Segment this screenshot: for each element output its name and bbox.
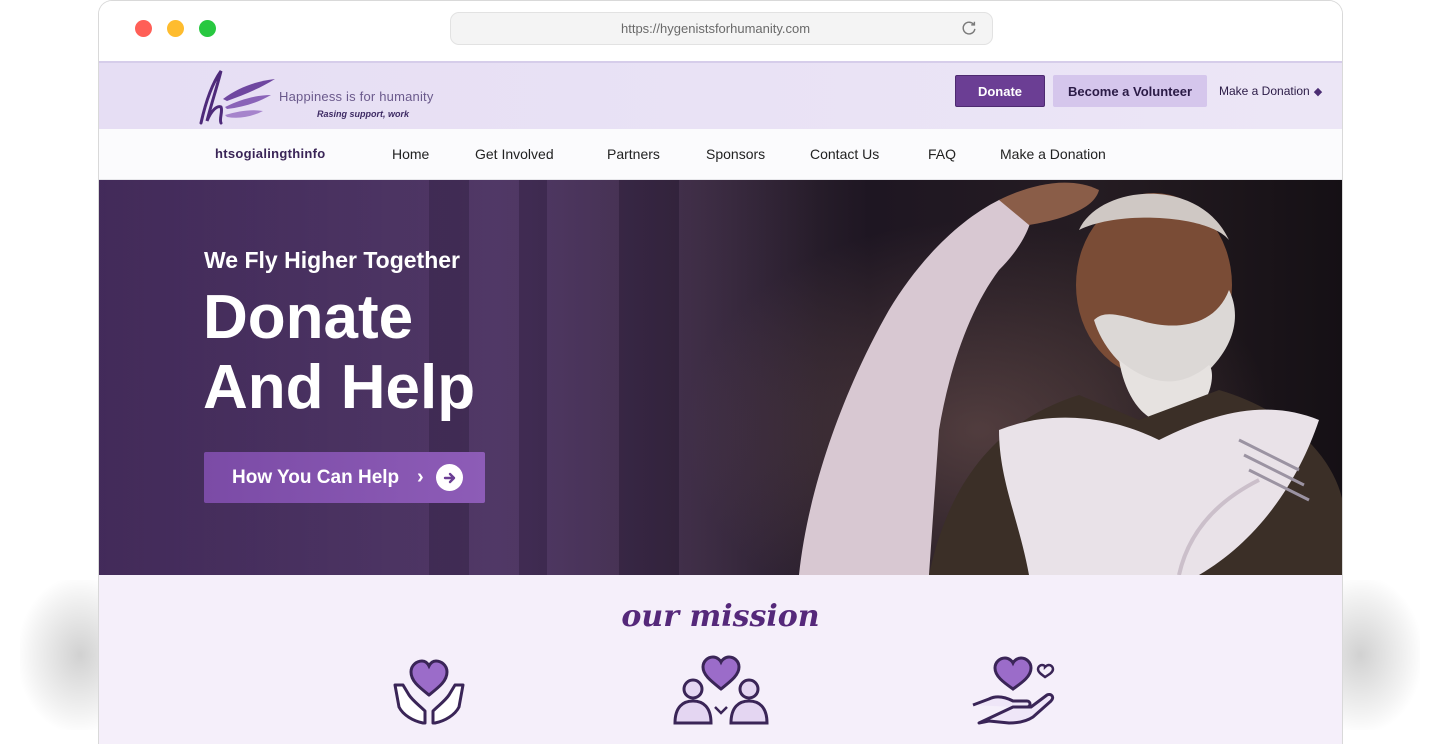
hands-heart-icon <box>393 659 465 725</box>
donate-button[interactable]: Donate <box>955 75 1045 107</box>
elderly-man-photo <box>799 182 1342 575</box>
tag-icon: ◆ <box>1313 85 1323 98</box>
hero-title-line1: Donate <box>203 283 414 352</box>
hero-subtitle: We Fly Higher Together <box>204 247 461 273</box>
site-header: Happiness is for humanity Rasing support… <box>99 61 1342 129</box>
hand-giving-heart-icon <box>972 656 1055 725</box>
site-subtagline: Rasing support, work <box>317 109 410 119</box>
nav-item-make-donation[interactable]: Make a Donation <box>1000 146 1106 162</box>
main-navigation: htsogialingthinfo Home Get Involved Part… <box>99 129 1342 180</box>
minimize-window-button[interactable] <box>167 20 184 37</box>
community-heart-icon <box>673 655 769 725</box>
make-donation-link[interactable]: Make a Donation ◆ <box>1219 84 1322 98</box>
mission-section: our mission <box>99 575 1342 744</box>
nav-brand[interactable]: htsogialingthinfo <box>215 146 326 161</box>
logo[interactable] <box>187 65 279 127</box>
become-volunteer-button[interactable]: Become a Volunteer <box>1053 75 1207 107</box>
nav-item-faq[interactable]: FAQ <box>928 146 956 162</box>
mission-title: our mission <box>621 599 820 634</box>
hero-title-line2: And Help <box>203 353 476 422</box>
address-bar[interactable]: https://hygenistsforhumanity.com <box>450 12 993 45</box>
how-you-can-help-label: How You Can Help <box>232 466 400 488</box>
url-text: https://hygenistsforhumanity.com <box>621 21 811 36</box>
chevron-right-icon: › <box>417 466 424 488</box>
browser-chrome: https://hygenistsforhumanity.com <box>99 1 1342 61</box>
close-window-button[interactable] <box>135 20 152 37</box>
nav-item-contact-us[interactable]: Contact Us <box>810 146 879 162</box>
maximize-window-button[interactable] <box>199 20 216 37</box>
nav-item-sponsors[interactable]: Sponsors <box>706 146 765 162</box>
how-you-can-help-button[interactable]: How You Can Help › <box>204 452 485 503</box>
reload-icon[interactable] <box>960 19 978 37</box>
nav-item-home[interactable]: Home <box>392 146 429 162</box>
make-donation-label: Make a Donation <box>1219 84 1310 98</box>
nav-item-get-involved[interactable]: Get Involved <box>475 146 554 162</box>
arrow-right-circle-icon <box>436 464 463 491</box>
browser-window: https://hygenistsforhumanity.com Happine… <box>98 0 1343 744</box>
hero-banner: We Fly Higher Together Donate And Help H… <box>99 180 1342 575</box>
nav-item-partners[interactable]: Partners <box>607 146 660 162</box>
site-tagline: Happiness is for humanity <box>279 89 434 104</box>
